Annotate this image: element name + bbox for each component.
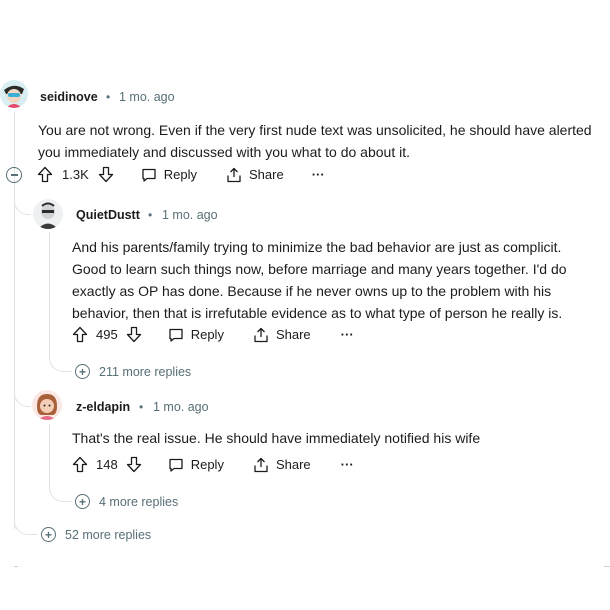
comment-actions: 1.3K Reply Share ··· (37, 166, 325, 183)
comment-actions: 148 Reply Share ··· (72, 456, 354, 473)
share-button[interactable]: Share (226, 167, 284, 183)
more-replies-button[interactable]: + 52 more replies (41, 527, 151, 542)
share-label: Share (275, 327, 311, 342)
reply-label: Reply (190, 457, 224, 472)
timestamp[interactable]: 1 mo. ago (153, 400, 209, 414)
comment-line: That's the real issue. He should have im… (72, 430, 481, 446)
plus-circle-icon: + (75, 494, 90, 509)
more-options-button[interactable]: ··· (341, 327, 354, 342)
downvote-arrow-icon (98, 166, 113, 183)
downvote-arrow-icon (126, 326, 141, 343)
downvote-arrow-icon (126, 456, 141, 473)
meta-separator: • (148, 208, 153, 222)
reply-label: Reply (190, 327, 224, 342)
comment-line: You are not wrong. Even if the very firs… (38, 122, 592, 138)
vote-count: 148 (96, 457, 118, 472)
reply-button[interactable]: Reply (168, 327, 224, 343)
avatar-image-icon (0, 80, 28, 108)
share-icon (254, 457, 268, 472)
avatar-quietdustt[interactable] (33, 199, 63, 229)
reply-bubble-icon (169, 458, 183, 472)
thread-curve-root-child2 (14, 372, 31, 407)
share-label: Share (275, 457, 311, 472)
comment-body: You are not wrong. Even if the very firs… (38, 119, 608, 163)
reply-bubble-icon (169, 328, 183, 342)
thread-curve-quietdustt (49, 340, 72, 372)
thread-line-quietdustt (49, 232, 50, 342)
divider (14, 566, 18, 567)
comment-line: Good to learn such things now, before ma… (72, 261, 567, 277)
plus-circle-icon: + (41, 527, 56, 542)
more-replies-label: 211 more replies (99, 364, 192, 379)
avatar-image-icon (33, 199, 63, 229)
upvote-arrow-icon (37, 166, 53, 183)
reply-button[interactable]: Reply (141, 167, 197, 183)
avatar-seidinove[interactable] (0, 80, 28, 108)
comment-body: And his parents/family trying to minimiz… (72, 236, 608, 324)
meta-separator: • (139, 400, 144, 414)
meta-separator: • (106, 90, 111, 104)
thread-curve-zeldapin (49, 470, 72, 502)
comment-line: behavior, then that is irrefutable evide… (72, 305, 563, 321)
username-quietdustt[interactable]: QuietDustt (76, 208, 140, 222)
upvote-button[interactable] (72, 326, 88, 343)
more-options-button[interactable]: ··· (341, 457, 354, 472)
comment-line: exactly as OP has done. Because if he ne… (72, 283, 552, 299)
username-zeldapin[interactable]: z-eldapin (76, 400, 130, 414)
more-replies-label: 4 more replies (99, 494, 179, 509)
more-options-button[interactable]: ··· (312, 167, 325, 182)
avatar-image-icon (32, 390, 62, 420)
more-replies-label: 52 more replies (65, 527, 152, 542)
more-replies-button[interactable]: + 4 more replies (75, 494, 178, 509)
downvote-button[interactable] (126, 456, 142, 473)
username-seidinove[interactable]: seidinove (40, 90, 98, 104)
upvote-arrow-icon (72, 326, 88, 343)
upvote-arrow-icon (72, 456, 88, 473)
upvote-button[interactable] (72, 456, 88, 473)
reply-label: Reply (163, 167, 197, 182)
share-label: Share (249, 167, 284, 182)
share-button[interactable]: Share (253, 327, 311, 343)
upvote-button[interactable] (37, 166, 53, 183)
comment-actions: 495 Reply Share ··· (72, 326, 354, 343)
avatar-zeldapin[interactable] (32, 390, 62, 420)
timestamp[interactable]: 1 mo. ago (162, 208, 218, 222)
comment-line: you immediately and discussed with you w… (38, 144, 410, 160)
reply-button[interactable]: Reply (168, 457, 224, 473)
share-icon (254, 327, 268, 342)
collapse-thread-button[interactable] (6, 167, 22, 183)
reply-bubble-icon (142, 168, 156, 182)
vote-count: 495 (96, 327, 118, 342)
minus-icon (10, 174, 18, 176)
share-button[interactable]: Share (253, 457, 311, 473)
vote-count: 1.3K (62, 167, 89, 182)
downvote-button[interactable] (126, 326, 142, 343)
thread-curve-root (14, 500, 37, 535)
thread-curve-root-child (14, 180, 31, 215)
share-icon (227, 167, 241, 182)
thread-line-zeldapin (49, 424, 50, 472)
timestamp[interactable]: 1 mo. ago (119, 90, 175, 104)
divider (604, 566, 610, 567)
more-replies-button[interactable]: + 211 more replies (75, 364, 191, 379)
downvote-button[interactable] (98, 166, 114, 183)
plus-circle-icon: + (75, 364, 90, 379)
comment-line: And his parents/family trying to minimiz… (72, 239, 562, 255)
comment-body: That's the real issue. He should have im… (72, 427, 608, 449)
